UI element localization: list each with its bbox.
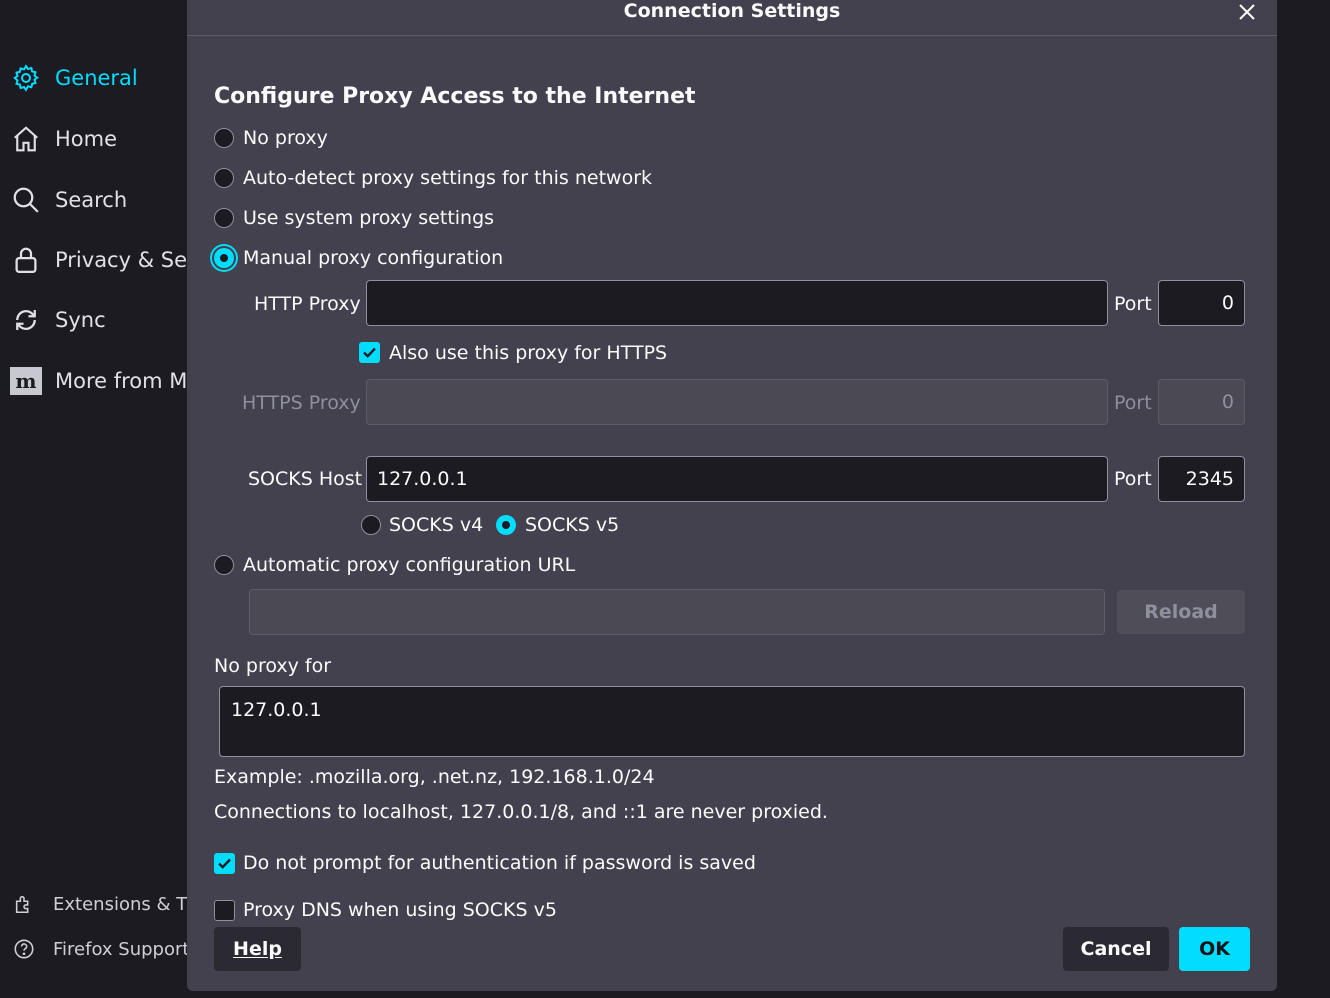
socks-port-label: Port bbox=[1114, 468, 1152, 490]
no-proxy-radio[interactable] bbox=[214, 128, 234, 148]
auto-proxy-url-label[interactable]: Automatic proxy configuration URL bbox=[243, 554, 575, 576]
sidebar-item-sync[interactable]: Sync bbox=[10, 300, 106, 340]
sidebar-item-label: Privacy & Sec bbox=[55, 248, 199, 272]
sidebar-item-label: Sync bbox=[55, 308, 106, 332]
socks-host-input[interactable]: 127.0.0.1 bbox=[366, 456, 1108, 502]
home-icon bbox=[10, 123, 42, 155]
ok-button[interactable]: OK bbox=[1179, 927, 1250, 971]
sidebar-item-label: Extensions & Th bbox=[53, 893, 199, 915]
https-port-label: Port bbox=[1114, 392, 1152, 414]
no-proxy-for-textarea[interactable]: 127.0.0.1 bbox=[219, 686, 1245, 757]
http-port-input[interactable]: 0 bbox=[1158, 280, 1245, 326]
sidebar-item-search[interactable]: Search bbox=[10, 180, 127, 220]
socks-v4-label[interactable]: SOCKS v4 bbox=[389, 514, 483, 536]
socks-v5-label[interactable]: SOCKS v5 bbox=[525, 514, 619, 536]
checkmark-icon bbox=[218, 858, 231, 869]
section-heading: Configure Proxy Access to the Internet bbox=[214, 84, 696, 109]
https-proxy-label: HTTPS Proxy bbox=[242, 392, 361, 414]
sidebar-item-firefox-support[interactable]: Firefox Support bbox=[12, 934, 189, 964]
localhost-note: Connections to localhost, 127.0.0.1/8, a… bbox=[214, 801, 828, 823]
also-https-label[interactable]: Also use this proxy for HTTPS bbox=[389, 342, 667, 364]
sidebar-item-general[interactable]: General bbox=[10, 58, 138, 98]
connection-settings-dialog: Connection Settings Configure Proxy Acce… bbox=[187, 0, 1277, 991]
manual-proxy-label[interactable]: Manual proxy configuration bbox=[243, 247, 503, 269]
dialog-title: Connection Settings bbox=[623, 0, 841, 22]
gear-icon bbox=[10, 62, 42, 94]
sidebar-item-label: Firefox Support bbox=[53, 938, 190, 960]
no-prompt-auth-checkbox[interactable] bbox=[214, 853, 235, 874]
socks-port-input[interactable]: 2345 bbox=[1158, 456, 1245, 502]
socks-v4-radio[interactable] bbox=[361, 515, 381, 535]
no-proxy-for-label: No proxy for bbox=[214, 655, 332, 677]
puzzle-icon bbox=[12, 892, 36, 916]
close-button[interactable] bbox=[1235, 0, 1259, 24]
auto-detect-label[interactable]: Auto-detect proxy settings for this netw… bbox=[243, 167, 652, 189]
http-proxy-label: HTTP Proxy bbox=[254, 293, 361, 315]
sidebar-item-privacy[interactable]: Privacy & Sec bbox=[10, 240, 199, 280]
auto-proxy-url-radio[interactable] bbox=[214, 555, 234, 575]
sidebar-item-label: General bbox=[55, 66, 138, 90]
reload-button[interactable]: Reload bbox=[1117, 590, 1245, 634]
auto-detect-radio[interactable] bbox=[214, 168, 234, 188]
close-icon bbox=[1239, 4, 1255, 20]
help-button[interactable]: Help bbox=[214, 927, 301, 971]
example-hint: Example: .mozilla.org, .net.nz, 192.168.… bbox=[214, 766, 655, 788]
auto-proxy-url-input[interactable] bbox=[249, 589, 1105, 635]
also-https-checkbox[interactable] bbox=[359, 342, 380, 363]
http-proxy-input[interactable] bbox=[366, 280, 1108, 326]
sync-icon bbox=[10, 304, 42, 336]
search-icon bbox=[10, 184, 42, 216]
preferences-sidebar: General Home Search Privacy & Sec Sync m… bbox=[0, 0, 200, 998]
proxy-dns-label[interactable]: Proxy DNS when using SOCKS v5 bbox=[243, 899, 557, 921]
sidebar-item-label: Home bbox=[55, 127, 118, 151]
https-proxy-input[interactable] bbox=[366, 379, 1108, 425]
checkmark-icon bbox=[363, 347, 376, 358]
cancel-button[interactable]: Cancel bbox=[1063, 927, 1169, 971]
https-port-input[interactable]: 0 bbox=[1158, 379, 1245, 425]
system-proxy-radio[interactable] bbox=[214, 208, 234, 228]
manual-proxy-radio[interactable] bbox=[214, 248, 234, 268]
sidebar-item-extensions[interactable]: Extensions & Th bbox=[12, 889, 199, 919]
sidebar-item-label: Search bbox=[55, 188, 128, 212]
no-prompt-auth-label[interactable]: Do not prompt for authentication if pass… bbox=[243, 852, 756, 874]
mozilla-icon: m bbox=[10, 365, 42, 397]
svg-text:m: m bbox=[15, 369, 36, 393]
socks-v5-radio[interactable] bbox=[496, 515, 516, 535]
http-port-label: Port bbox=[1114, 293, 1152, 315]
dialog-titlebar: Connection Settings bbox=[187, 0, 1277, 36]
lock-icon bbox=[10, 244, 42, 276]
socks-host-label: SOCKS Host bbox=[248, 468, 363, 490]
sidebar-item-more-from-mozilla[interactable]: m More from M bbox=[10, 361, 187, 401]
no-proxy-label[interactable]: No proxy bbox=[243, 127, 328, 149]
sidebar-item-label: More from M bbox=[55, 369, 188, 393]
help-icon bbox=[12, 937, 36, 961]
system-proxy-label[interactable]: Use system proxy settings bbox=[243, 207, 494, 229]
sidebar-item-home[interactable]: Home bbox=[10, 119, 117, 159]
proxy-dns-checkbox[interactable] bbox=[214, 900, 235, 921]
